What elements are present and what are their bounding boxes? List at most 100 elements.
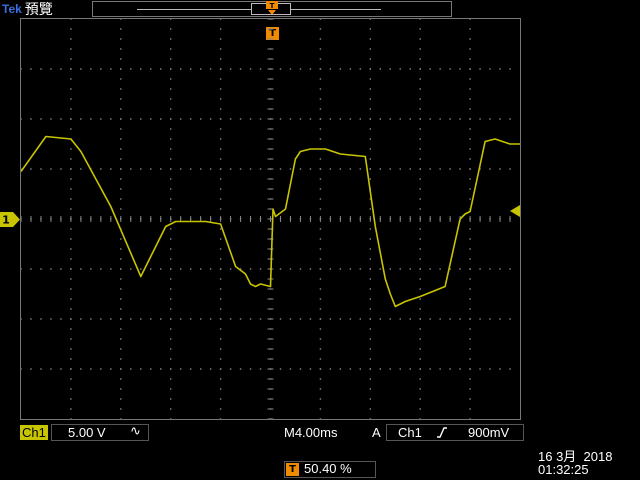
grid-dot	[229, 168, 232, 170]
ac-coupling-icon: ∿	[130, 424, 141, 439]
grid-dot	[299, 118, 302, 120]
grid-dot	[219, 318, 222, 320]
grid-dot	[419, 258, 421, 260]
grid-dot	[469, 158, 471, 160]
channel1-label[interactable]: Ch1	[20, 425, 48, 440]
grid-dot	[499, 68, 501, 70]
grid-dot	[369, 178, 371, 180]
grid-dot	[299, 318, 302, 320]
grid-dot	[179, 268, 182, 270]
grid-dot	[289, 368, 292, 370]
grid-dot	[120, 398, 122, 400]
grid-dot	[239, 118, 242, 120]
grid-dot	[70, 278, 72, 280]
grid-dot	[150, 68, 152, 70]
grid-dot	[179, 118, 182, 120]
grid-dot	[369, 328, 371, 330]
grid-dot	[219, 178, 222, 180]
grid-dot	[70, 398, 72, 400]
grid-dot	[209, 318, 212, 320]
grid-dot	[349, 368, 352, 370]
grid-dot	[279, 168, 282, 170]
grid-dot	[319, 318, 322, 320]
grid-dot	[170, 418, 172, 419]
grid-dot	[349, 118, 352, 120]
grid-dot	[170, 278, 172, 280]
grid-dot	[219, 168, 222, 170]
grid-dot	[379, 368, 381, 370]
grid-dot	[319, 388, 322, 390]
grid-dot	[369, 338, 371, 340]
grid-dot	[179, 318, 182, 320]
grid-dot	[319, 418, 322, 419]
grid-dot	[329, 368, 332, 370]
grid-dot	[170, 298, 172, 300]
grid-dot	[70, 238, 72, 240]
grid-dot	[469, 58, 471, 60]
grid-dot	[30, 368, 32, 370]
grid-dot	[60, 118, 62, 120]
trigger-level: 900mV	[468, 425, 510, 440]
grid-dot	[170, 48, 172, 50]
grid-dot	[339, 118, 342, 120]
grid-dot	[229, 318, 232, 320]
grid-dot	[469, 88, 471, 90]
grid-dot	[469, 198, 471, 200]
grid-dot	[50, 268, 52, 270]
grid-dot	[319, 28, 322, 30]
grid-dot	[30, 68, 32, 70]
grid-dot	[289, 68, 292, 70]
grid-dot	[309, 318, 312, 320]
grid-dot	[499, 118, 501, 120]
grid-dot	[439, 368, 441, 370]
grid-dot	[170, 198, 172, 200]
grid-dot	[419, 288, 421, 290]
grid-dot	[170, 158, 172, 160]
grid-dot	[130, 318, 132, 320]
grid-dot	[189, 268, 192, 270]
grid-dot	[419, 408, 421, 410]
grid-dot	[369, 19, 371, 20]
grid-dot	[369, 78, 371, 80]
grid-dot	[70, 268, 72, 270]
grid-dot	[170, 128, 172, 130]
grid-dot	[419, 48, 421, 50]
grid-dot	[319, 198, 322, 200]
grid-dot	[419, 338, 421, 340]
grid-dot	[150, 318, 152, 320]
grid-dot	[419, 178, 421, 180]
grid-dot	[239, 168, 242, 170]
grid-dot	[439, 168, 441, 170]
grid-dot	[369, 88, 371, 90]
grid-dot	[170, 248, 172, 250]
grid-dot	[319, 338, 322, 340]
grid-dot	[70, 248, 72, 250]
grid-dot	[459, 318, 461, 320]
grid-dot	[469, 188, 471, 190]
grid-dot	[399, 168, 401, 170]
grid-dot	[419, 268, 421, 270]
grid-dot	[70, 118, 72, 120]
channel1-ground-marker-icon[interactable]: 1	[0, 212, 20, 227]
grid-dot	[120, 308, 122, 310]
grid-dot	[120, 358, 122, 360]
grid-dot	[219, 238, 222, 240]
grid-dot	[369, 268, 371, 270]
grid-dot	[50, 368, 52, 370]
grid-dot	[319, 178, 322, 180]
trigger-level-marker-icon[interactable]	[510, 205, 520, 217]
grid-dot	[319, 268, 322, 270]
grid-dot	[170, 358, 172, 360]
grid-dot	[219, 348, 222, 350]
grid-dot	[459, 268, 461, 270]
grid-dot	[419, 368, 421, 370]
grid-dot	[459, 68, 461, 70]
grid-dot	[70, 328, 72, 330]
grid-dot	[80, 368, 82, 370]
grid-dot	[219, 228, 222, 230]
grid-dot	[359, 68, 362, 70]
grid-dot	[419, 168, 421, 170]
grid-dot	[110, 368, 112, 370]
grid-dot	[309, 118, 312, 120]
grid-dot	[319, 128, 322, 130]
